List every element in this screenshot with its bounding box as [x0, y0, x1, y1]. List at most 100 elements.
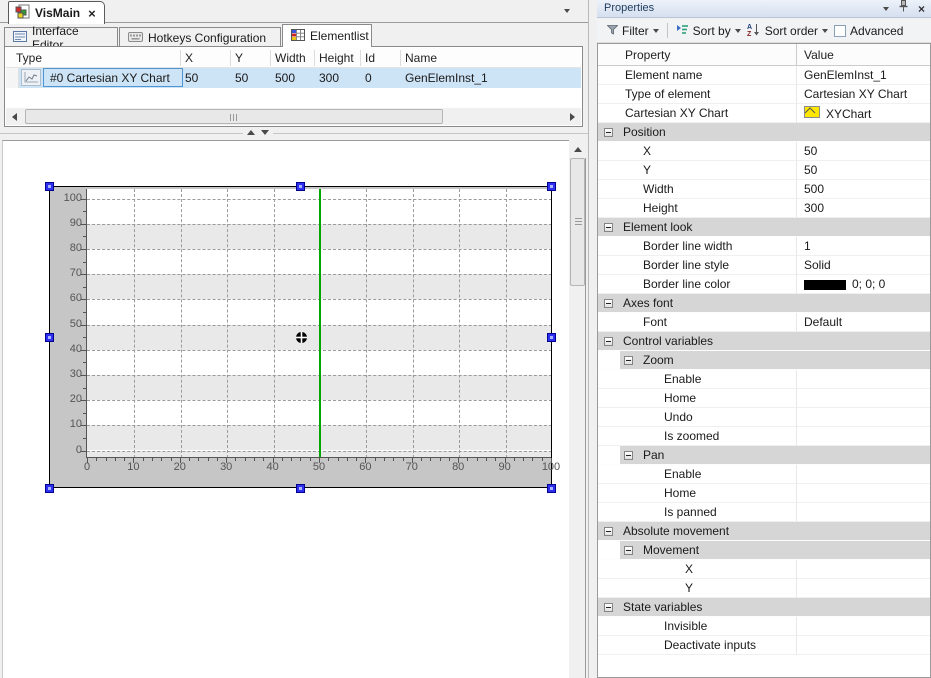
- scroll-right-icon[interactable]: [564, 108, 581, 125]
- collapse-icon[interactable]: [604, 128, 613, 137]
- collapse-icon[interactable]: [624, 356, 633, 365]
- property-row[interactable]: Border line width1: [598, 237, 930, 256]
- property-column-header[interactable]: Property: [625, 48, 670, 62]
- element-x-cell[interactable]: 50: [185, 71, 198, 85]
- visualization-canvas[interactable]: 0102030405060708090100 01020304050607080…: [2, 140, 569, 678]
- element-width-cell[interactable]: 500: [275, 71, 295, 85]
- tab-hotkeys-configuration[interactable]: Hotkeys Configuration: [119, 27, 281, 47]
- property-group-row[interactable]: Zoom: [598, 351, 930, 370]
- property-row[interactable]: Home: [598, 389, 930, 408]
- v-scrollbar[interactable]: [569, 141, 586, 678]
- selection-handle[interactable]: [296, 182, 305, 191]
- collapse-icon[interactable]: [604, 603, 613, 612]
- property-row[interactable]: Y: [598, 579, 930, 598]
- element-height-cell[interactable]: 300: [319, 71, 339, 85]
- property-row[interactable]: X: [598, 560, 930, 579]
- advanced-checkbox[interactable]: [834, 25, 846, 37]
- property-value[interactable]: GenElemInst_1: [804, 68, 887, 82]
- selection-handle[interactable]: [45, 182, 54, 191]
- element-id-cell[interactable]: 0: [365, 71, 372, 85]
- property-group-row[interactable]: Absolute movement: [598, 522, 930, 541]
- tab-elementlist[interactable]: Elementlist: [282, 24, 372, 47]
- scroll-up-icon[interactable]: [569, 141, 586, 158]
- property-value[interactable]: 50: [804, 144, 817, 158]
- collapse-icon[interactable]: [624, 546, 633, 555]
- vismain-tab[interactable]: VisMain ×: [8, 1, 105, 24]
- property-row[interactable]: Deactivate inputs: [598, 636, 930, 655]
- property-row[interactable]: Width500: [598, 180, 930, 199]
- property-group-row[interactable]: Control variables: [598, 332, 930, 351]
- property-value[interactable]: 50: [804, 163, 817, 177]
- selection-handle[interactable]: [547, 484, 556, 493]
- value-column-header[interactable]: Value: [804, 48, 834, 62]
- element-y-cell[interactable]: 50: [235, 71, 248, 85]
- collapse-icon[interactable]: [604, 223, 613, 232]
- property-value[interactable]: Cartesian XY Chart: [804, 87, 907, 101]
- sort-by-dropdown-icon[interactable]: [735, 29, 741, 33]
- v-scroll-thumb[interactable]: [570, 158, 585, 286]
- tab-interface-editor[interactable]: Interface Editor: [4, 27, 118, 47]
- property-group-row[interactable]: Position: [598, 123, 930, 142]
- property-row[interactable]: Enable: [598, 370, 930, 389]
- collapse-icon[interactable]: [604, 299, 613, 308]
- element-name-cell[interactable]: GenElemInst_1: [405, 71, 488, 85]
- advanced-toggle[interactable]: Advanced: [831, 22, 906, 40]
- scroll-left-icon[interactable]: [6, 108, 23, 125]
- selection-handle[interactable]: [45, 333, 54, 342]
- close-tab-icon[interactable]: ×: [88, 7, 96, 20]
- property-group-row[interactable]: Movement: [598, 541, 930, 560]
- splitter-up-icon[interactable]: [247, 130, 255, 135]
- window-menu-icon[interactable]: [883, 7, 889, 11]
- property-group-row[interactable]: Element look: [598, 218, 930, 237]
- splitter[interactable]: [0, 128, 588, 140]
- sort-by-button[interactable]: Sort by: [673, 22, 744, 40]
- pin-icon[interactable]: [899, 0, 908, 18]
- sort-order-dropdown-icon[interactable]: [822, 29, 828, 33]
- property-value[interactable]: Default: [804, 315, 842, 329]
- property-value[interactable]: XYChart: [804, 106, 871, 121]
- element-row-selected[interactable]: #0 Cartesian XY Chart 50 50 500 300 0 Ge…: [6, 68, 581, 88]
- xy-chart-element[interactable]: 0102030405060708090100 01020304050607080…: [49, 186, 552, 488]
- property-row[interactable]: Is zoomed: [598, 427, 930, 446]
- column-header-height[interactable]: Height: [319, 51, 354, 65]
- close-icon[interactable]: ×: [918, 3, 925, 15]
- property-value[interactable]: 1: [804, 239, 811, 253]
- property-row[interactable]: Height300: [598, 199, 930, 218]
- column-header-id[interactable]: Id: [365, 51, 375, 65]
- property-row[interactable]: Home: [598, 484, 930, 503]
- property-value[interactable]: Solid: [804, 258, 831, 272]
- property-value[interactable]: 0; 0; 0: [804, 277, 885, 291]
- splitter-down-icon[interactable]: [261, 130, 269, 135]
- property-row[interactable]: Border line styleSolid: [598, 256, 930, 275]
- selection-handle[interactable]: [547, 333, 556, 342]
- property-row[interactable]: Invisible: [598, 617, 930, 636]
- collapse-icon[interactable]: [604, 527, 613, 536]
- property-row[interactable]: Border line color0; 0; 0: [598, 275, 930, 294]
- property-row[interactable]: Cartesian XY ChartXYChart: [598, 104, 930, 123]
- column-header-y[interactable]: Y: [235, 51, 243, 65]
- column-header-width[interactable]: Width: [275, 51, 306, 65]
- property-row[interactable]: Is panned: [598, 503, 930, 522]
- property-row[interactable]: Element nameGenElemInst_1: [598, 66, 930, 85]
- tab-list-dropdown-icon[interactable]: [564, 9, 570, 13]
- property-group-row[interactable]: Pan: [598, 446, 930, 465]
- selection-handle[interactable]: [45, 484, 54, 493]
- sort-order-button[interactable]: A Z Sort order: [744, 21, 831, 41]
- column-header-name[interactable]: Name: [405, 51, 437, 65]
- column-header-x[interactable]: X: [185, 51, 193, 65]
- property-row[interactable]: FontDefault: [598, 313, 930, 332]
- filter-button[interactable]: Filter: [604, 22, 662, 40]
- selection-handle[interactable]: [296, 484, 305, 493]
- h-scrollbar[interactable]: [6, 108, 581, 125]
- collapse-icon[interactable]: [624, 451, 633, 460]
- collapse-icon[interactable]: [604, 337, 613, 346]
- property-group-row[interactable]: State variables: [598, 598, 930, 617]
- property-value[interactable]: 300: [804, 201, 824, 215]
- property-row[interactable]: Enable: [598, 465, 930, 484]
- selection-handle[interactable]: [547, 182, 556, 191]
- property-row[interactable]: Undo: [598, 408, 930, 427]
- column-header-type[interactable]: Type: [16, 51, 42, 65]
- property-row[interactable]: Type of elementCartesian XY Chart: [598, 85, 930, 104]
- pane-divider[interactable]: [588, 0, 597, 678]
- filter-dropdown-icon[interactable]: [653, 29, 659, 33]
